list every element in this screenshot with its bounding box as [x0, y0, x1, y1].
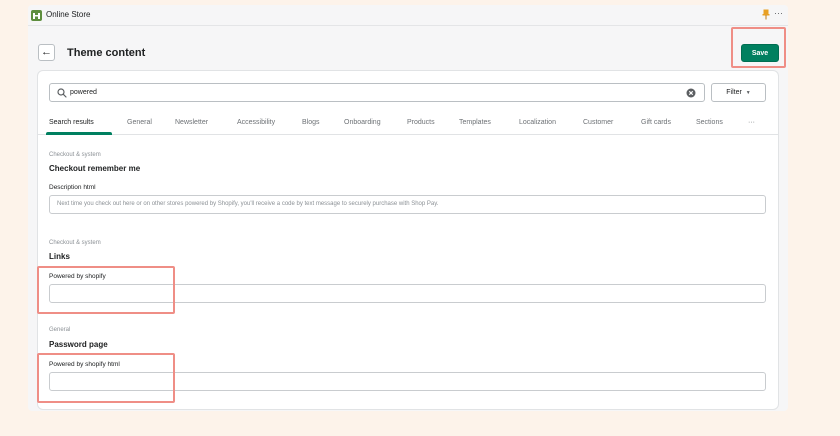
- active-tab-indicator: [46, 132, 112, 135]
- tab-more[interactable]: ···: [748, 119, 755, 126]
- search-value: powered: [70, 89, 97, 96]
- tab-templates[interactable]: Templates: [459, 119, 491, 126]
- section-title: Links: [49, 252, 70, 261]
- powered-by-shopify-html-highlight-box: [37, 353, 175, 403]
- page-header: ← Theme content Save: [28, 35, 788, 69]
- top-bar: Online Store ···: [28, 5, 788, 26]
- tab-localization[interactable]: Localization: [519, 119, 556, 126]
- tab-blogs[interactable]: Blogs: [302, 119, 320, 126]
- clear-search-icon[interactable]: [686, 88, 696, 98]
- tab-onboarding[interactable]: Onboarding: [344, 119, 381, 126]
- chevron-down-icon: ▼: [745, 89, 751, 96]
- app-title: Online Store: [46, 10, 91, 19]
- powered-by-shopify-highlight-box: [37, 266, 175, 314]
- tab-newsletter[interactable]: Newsletter: [175, 119, 208, 126]
- tab-accessibility[interactable]: Accessibility: [237, 119, 275, 126]
- pin-icon[interactable]: [762, 9, 770, 20]
- tab-products[interactable]: Products: [407, 119, 435, 126]
- tab-sections[interactable]: Sections: [696, 119, 723, 126]
- section-title: Checkout remember me: [49, 164, 141, 173]
- section-title: Password page: [49, 340, 108, 349]
- app-window: Online Store ··· ← Theme content Save po…: [28, 5, 788, 411]
- section-category: Checkout & system: [49, 152, 101, 158]
- section-category: General: [49, 327, 71, 333]
- more-actions-icon[interactable]: ···: [774, 8, 783, 18]
- tab-search-results[interactable]: Search results: [49, 119, 94, 126]
- section-category: Checkout & system: [49, 240, 101, 246]
- tab-gift-cards[interactable]: Gift cards: [641, 119, 671, 126]
- arrow-left-icon: ←: [41, 46, 52, 58]
- search-input[interactable]: powered: [49, 83, 705, 102]
- filter-label: Filter: [726, 89, 742, 96]
- store-icon: [31, 10, 42, 21]
- field-label: Description html: [49, 184, 96, 191]
- description-html-field[interactable]: Next time you check out here or on other…: [49, 195, 766, 214]
- tab-bar: Search results General Newsletter Access…: [38, 111, 778, 135]
- back-button[interactable]: ←: [38, 44, 55, 61]
- page-title: Theme content: [67, 47, 146, 59]
- tab-general[interactable]: General: [127, 119, 152, 126]
- save-highlight-box: [731, 27, 786, 68]
- field-value: Next time you check out here or on other…: [57, 201, 439, 207]
- filter-button[interactable]: Filter ▼: [711, 83, 766, 102]
- tab-customer[interactable]: Customer: [583, 119, 613, 126]
- search-icon: [57, 88, 67, 98]
